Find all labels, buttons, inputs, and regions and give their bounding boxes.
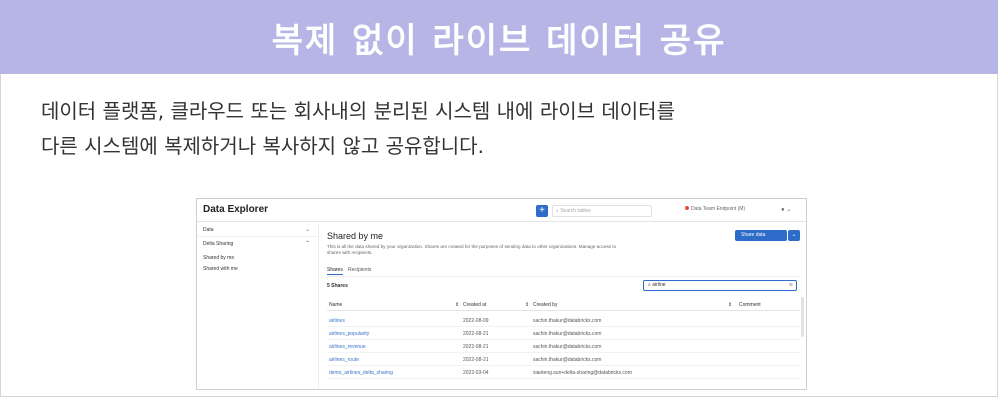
- filter-value: airline: [652, 282, 666, 288]
- description: 데이터 플랫폼, 클라우드 또는 회사내의 분리된 시스템 내에 라이브 데이터…: [41, 94, 941, 164]
- shares-count: 5 Shares: [327, 283, 348, 289]
- slide-title: 복제 없이 라이브 데이터 공유: [271, 20, 727, 61]
- add-button[interactable]: +: [536, 205, 548, 217]
- created-by: xiaoteng.sun+delta-sharing@databricks.co…: [533, 370, 632, 376]
- clear-icon[interactable]: ⊗: [789, 281, 793, 290]
- created-at: 2022-08-09: [463, 318, 489, 324]
- sidebar-item-delta-sharing[interactable]: Delta Sharing: [203, 241, 233, 247]
- created-by: sachin.thakur@databricks.com: [533, 318, 602, 324]
- description-line-1: 데이터 플랫폼, 클라우드 또는 회사내의 분리된 시스템 내에 라이브 데이터…: [41, 99, 675, 123]
- table-row[interactable]: airlines 2022-08-09 sachin.thakur@databr…: [327, 314, 800, 327]
- share-data-button[interactable]: Share data: [735, 230, 787, 241]
- sidebar-item-shared-by-me[interactable]: Shared by me: [203, 255, 234, 261]
- search-input[interactable]: ⌕ Search tables: [552, 205, 652, 217]
- chevron-down-icon[interactable]: ⌄: [788, 230, 800, 241]
- share-name-link[interactable]: demo_airlines_delta_sharing: [329, 370, 393, 376]
- sort-icon[interactable]: ⇕: [525, 302, 529, 308]
- share-name-link[interactable]: airlines_route: [329, 357, 359, 363]
- column-header-created-by[interactable]: Created by: [533, 302, 557, 308]
- app-title: Data Explorer: [203, 204, 269, 215]
- sidebar-item-shared-with-me[interactable]: Shared with me: [203, 266, 238, 272]
- created-at: 2022-08-21: [463, 357, 489, 363]
- sort-icon[interactable]: ⇕: [455, 302, 459, 308]
- column-header-comment[interactable]: Comment: [739, 302, 761, 308]
- sort-icon[interactable]: ⇕: [728, 302, 732, 308]
- endpoint-status-dot: [685, 206, 689, 210]
- column-header-name[interactable]: Name: [329, 302, 342, 308]
- main-panel: Shared by me This is all the data shared…: [320, 223, 806, 389]
- search-placeholder: Search tables: [560, 208, 591, 214]
- created-at: 2022-03-04: [463, 370, 489, 376]
- description-line-2: 다른 시스템에 복제하거나 복사하지 않고 공유합니다.: [41, 134, 484, 158]
- table-header: Name ⇕ Created at ⇕ Created by ⇕ Comment: [327, 300, 800, 311]
- share-name-link[interactable]: airlines: [329, 318, 345, 324]
- table-row[interactable]: airlines_popularity 2022-08-21 sachin.th…: [327, 327, 800, 340]
- endpoint-selector[interactable]: Data Team Endpoint (M): [685, 206, 745, 212]
- column-header-created-at[interactable]: Created at: [463, 302, 486, 308]
- chevron-down-icon[interactable]: ⌄: [305, 226, 310, 233]
- sidebar-divider: [197, 236, 318, 237]
- user-icon[interactable]: ● ⌄: [781, 206, 791, 213]
- endpoint-label: Data Team Endpoint (M): [691, 206, 746, 212]
- table-row[interactable]: airlines_route 2022-08-21 sachin.thakur@…: [327, 353, 800, 366]
- created-by: sachin.thakur@databricks.com: [533, 357, 602, 363]
- sidebar-item-data[interactable]: Data: [203, 227, 214, 233]
- top-bar: Data Explorer + ⌕ Search tables Data Tea…: [197, 199, 806, 222]
- data-explorer-screenshot: Data Explorer + ⌕ Search tables Data Tea…: [196, 198, 807, 390]
- table-row[interactable]: demo_airlines_delta_sharing 2022-03-04 x…: [327, 366, 800, 379]
- table-row[interactable]: airlines_revenue 2022-08-21 sachin.thaku…: [327, 340, 800, 353]
- created-at: 2022-08-21: [463, 344, 489, 350]
- sidebar: Data ⌄ Delta Sharing ⌃ Shared by me Shar…: [197, 223, 319, 389]
- page-description: This is all the data shared by your orga…: [327, 244, 617, 255]
- created-by: sachin.thakur@databricks.com: [533, 344, 602, 350]
- created-at: 2022-08-21: [463, 331, 489, 337]
- created-by: sachin.thakur@databricks.com: [533, 331, 602, 337]
- chevron-up-icon[interactable]: ⌃: [305, 240, 310, 247]
- slide: 복제 없이 라이브 데이터 공유 데이터 플랫폼, 클라우드 또는 회사내의 분…: [0, 0, 998, 397]
- title-banner: 복제 없이 라이브 데이터 공유: [0, 0, 998, 74]
- share-name-link[interactable]: airlines_popularity: [329, 331, 369, 337]
- page-title: Shared by me: [327, 231, 384, 241]
- scrollbar[interactable]: [801, 297, 804, 337]
- filter-input[interactable]: ⌕ airline ⊗: [643, 280, 797, 291]
- tab-divider: [327, 276, 800, 277]
- tab-recipients[interactable]: Recipients: [348, 267, 371, 273]
- tab-shares[interactable]: Shares: [327, 267, 343, 275]
- share-name-link[interactable]: airlines_revenue: [329, 344, 366, 350]
